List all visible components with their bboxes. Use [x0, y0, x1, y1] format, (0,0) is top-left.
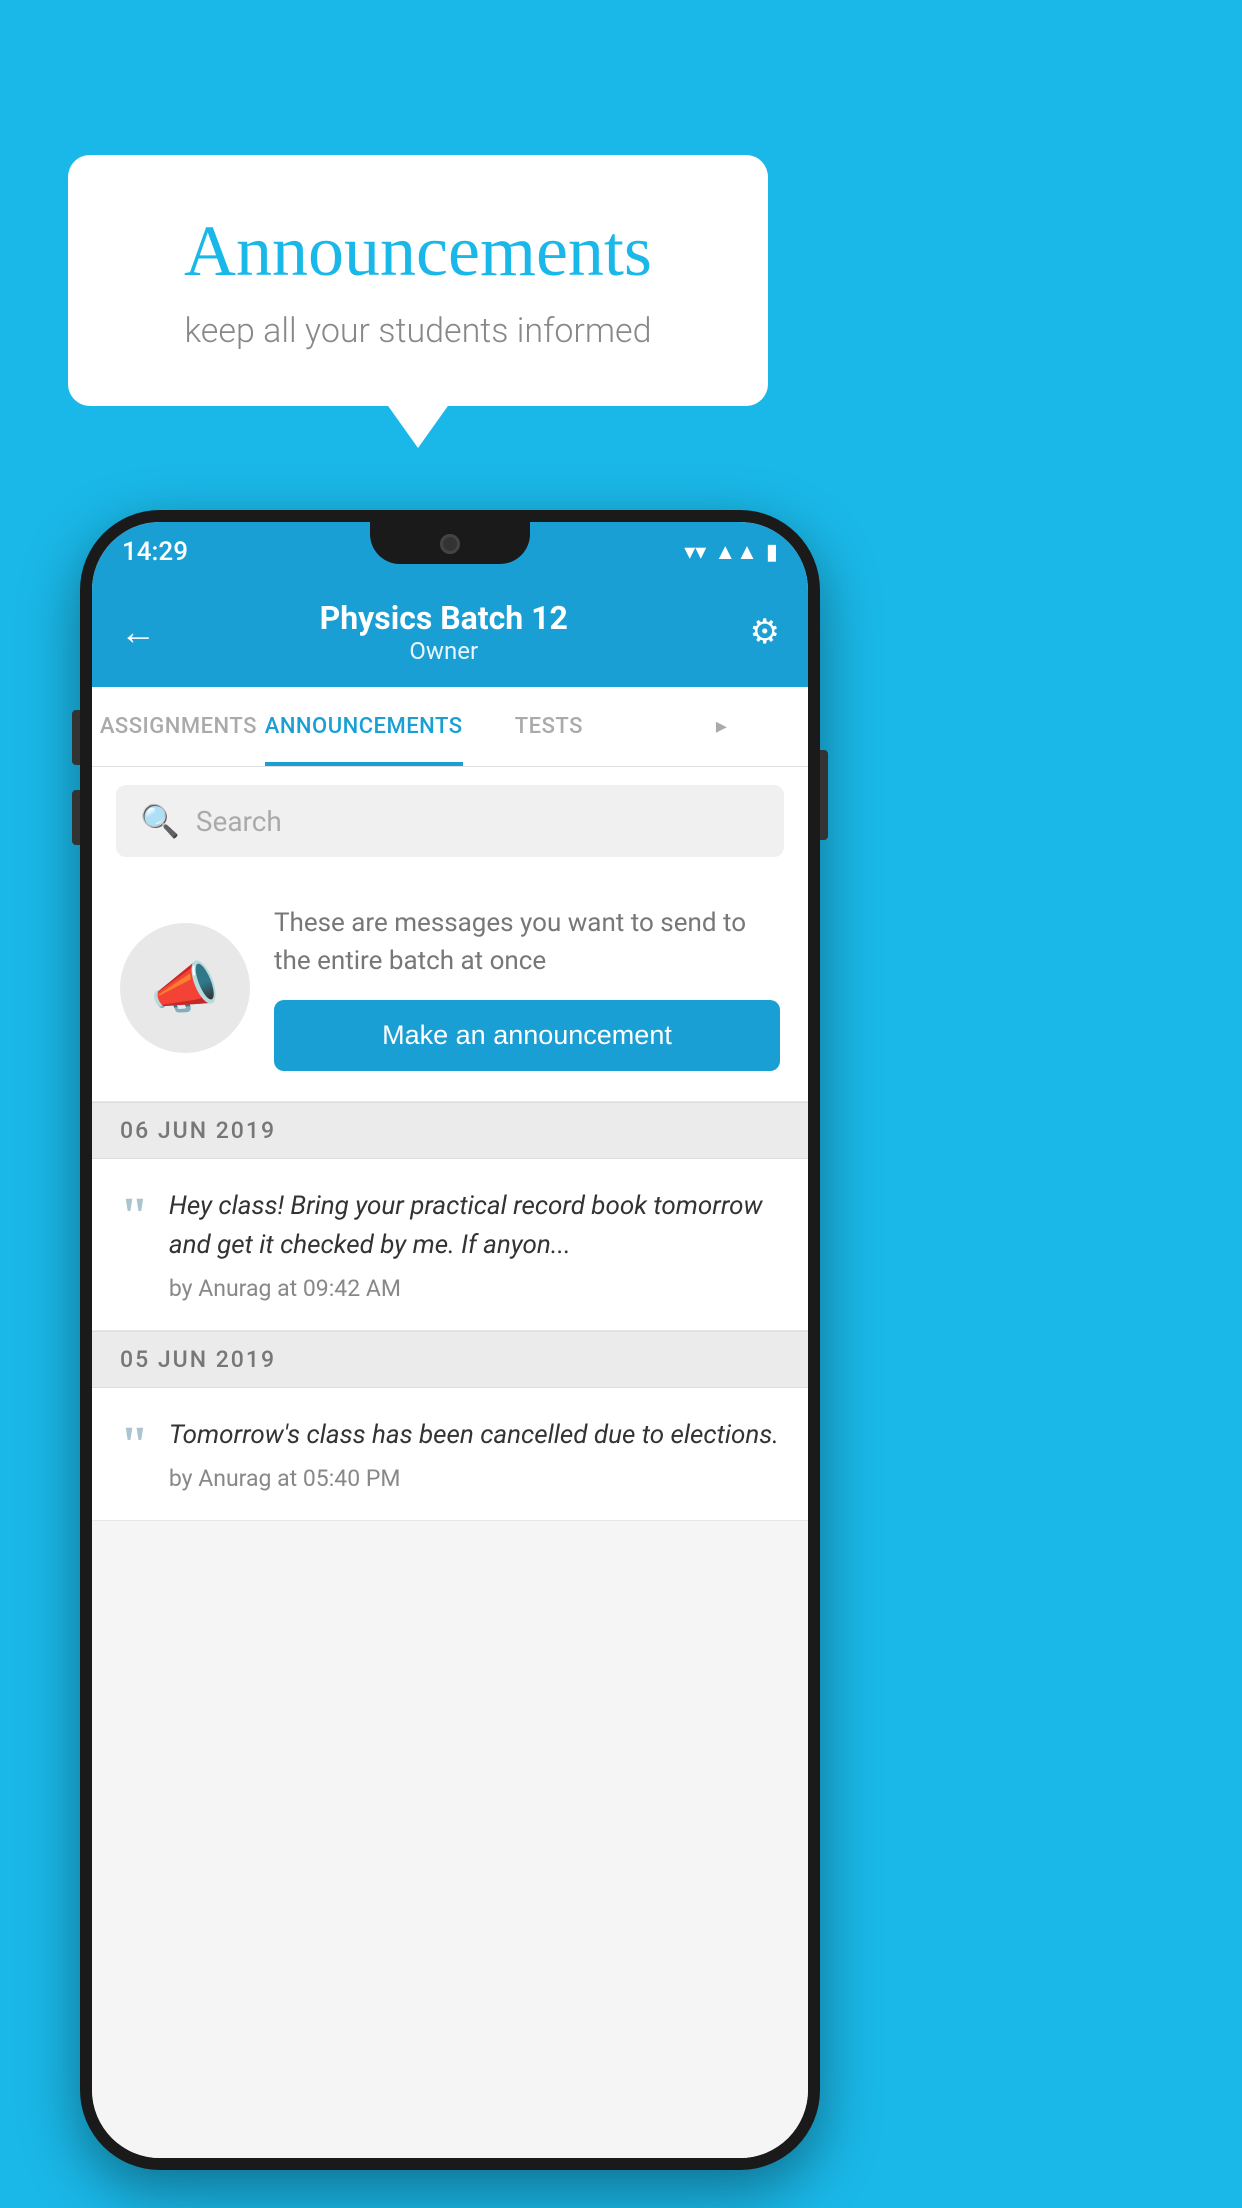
bubble-subtitle: keep all your students informed	[128, 311, 708, 351]
announcement-intro-card: 📣 These are messages you want to send to…	[92, 875, 808, 1102]
tab-more-label: ▸	[716, 714, 728, 739]
tab-tests[interactable]: TESTS	[463, 687, 636, 766]
date-separator-2: 05 JUN 2019	[92, 1331, 808, 1388]
app-bar-title: Physics Batch 12	[174, 599, 714, 637]
app-bar: ← Physics Batch 12 Owner ⚙	[92, 577, 808, 687]
search-bar[interactable]: 🔍 Search	[116, 785, 784, 857]
announcement-message-2: Tomorrow's class has been cancelled due …	[169, 1416, 780, 1455]
megaphone-icon: 📣	[150, 955, 220, 1021]
app-bar-title-area: Physics Batch 12 Owner	[174, 599, 714, 665]
tab-assignments[interactable]: ASSIGNMENTS	[92, 687, 265, 766]
make-announcement-button[interactable]: Make an announcement	[274, 1000, 780, 1071]
tab-announcements-label: ANNOUNCEMENTS	[265, 714, 463, 739]
status-time: 14:29	[122, 537, 188, 567]
announcement-author-1: by Anurag at 09:42 AM	[169, 1275, 780, 1302]
date-separator-1: 06 JUN 2019	[92, 1102, 808, 1159]
volume-up-button[interactable]	[72, 710, 80, 765]
signal-icon: ▲▲	[714, 539, 758, 565]
speech-bubble: Announcements keep all your students inf…	[68, 155, 768, 406]
date-separator-2-label: 05 JUN 2019	[120, 1346, 276, 1373]
settings-button[interactable]: ⚙	[750, 612, 780, 652]
camera	[440, 534, 460, 554]
quote-icon-2: "	[120, 1420, 149, 1492]
speech-bubble-container: Announcements keep all your students inf…	[68, 155, 768, 406]
app-bar-subtitle: Owner	[174, 637, 714, 665]
announcement-text-1: Hey class! Bring your practical record b…	[169, 1187, 780, 1302]
bubble-title: Announcements	[128, 210, 708, 293]
date-separator-1-label: 06 JUN 2019	[120, 1117, 276, 1144]
back-button[interactable]: ←	[120, 611, 156, 653]
announcement-text-2: Tomorrow's class has been cancelled due …	[169, 1416, 780, 1492]
announcement-intro-right: These are messages you want to send to t…	[274, 905, 780, 1071]
tab-assignments-label: ASSIGNMENTS	[100, 714, 257, 739]
quote-icon-1: "	[120, 1191, 149, 1302]
search-container: 🔍 Search	[92, 767, 808, 875]
power-button[interactable]	[820, 750, 828, 840]
announcement-description: These are messages you want to send to t…	[274, 905, 780, 980]
content-area: 🔍 Search 📣 These are messages you want t…	[92, 767, 808, 2158]
search-input-placeholder[interactable]: Search	[196, 805, 282, 838]
search-icon: 🔍	[140, 802, 180, 840]
phone-screen: 14:29 ▾▾ ▲▲ ▮ ← Physics Batch 12 Owner ⚙	[92, 522, 808, 2158]
volume-down-button[interactable]	[72, 790, 80, 845]
announcement-author-2: by Anurag at 05:40 PM	[169, 1465, 780, 1492]
announcement-message-1: Hey class! Bring your practical record b…	[169, 1187, 780, 1265]
announcement-item-2[interactable]: " Tomorrow's class has been cancelled du…	[92, 1388, 808, 1521]
tab-more[interactable]: ▸	[635, 687, 808, 766]
tab-tests-label: TESTS	[515, 714, 583, 739]
notch	[370, 522, 530, 564]
phone-mockup: 14:29 ▾▾ ▲▲ ▮ ← Physics Batch 12 Owner ⚙	[80, 510, 820, 2170]
phone-content: 14:29 ▾▾ ▲▲ ▮ ← Physics Batch 12 Owner ⚙	[92, 522, 808, 2158]
tabs-bar: ASSIGNMENTS ANNOUNCEMENTS TESTS ▸	[92, 687, 808, 767]
tab-announcements[interactable]: ANNOUNCEMENTS	[265, 687, 463, 766]
battery-icon: ▮	[766, 540, 778, 565]
announcement-item-1[interactable]: " Hey class! Bring your practical record…	[92, 1159, 808, 1331]
megaphone-icon-circle: 📣	[120, 923, 250, 1053]
wifi-icon: ▾▾	[684, 540, 706, 565]
phone-outer: 14:29 ▾▾ ▲▲ ▮ ← Physics Batch 12 Owner ⚙	[80, 510, 820, 2170]
status-icons: ▾▾ ▲▲ ▮	[684, 539, 778, 565]
